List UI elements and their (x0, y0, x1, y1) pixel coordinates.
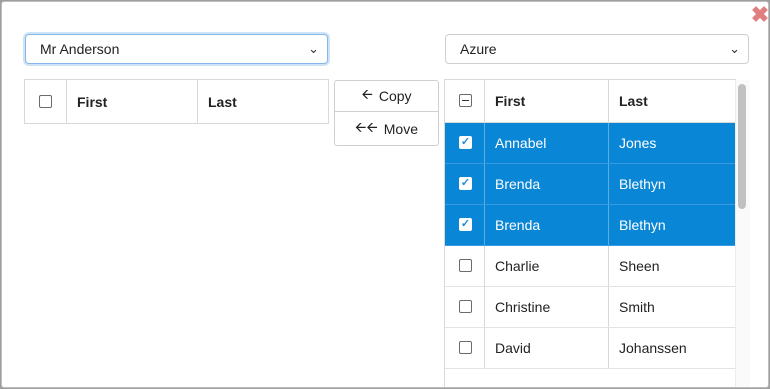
move-button[interactable]: 🡨🡨 Move (334, 112, 439, 146)
double-arrow-left-icon: 🡨🡨 (355, 118, 378, 135)
copy-button[interactable]: 🡨 Copy (334, 80, 439, 112)
row-checkbox[interactable] (459, 300, 472, 313)
table-row[interactable]: Christine Smith (445, 287, 735, 328)
right-header-last[interactable]: Last (609, 80, 735, 122)
cell-first: Christine (485, 287, 609, 327)
row-checkbox-cell: ✓ (445, 164, 485, 204)
right-select-all-checkbox[interactable] (459, 94, 472, 107)
row-checkbox[interactable]: ✓ (459, 136, 472, 149)
table-row[interactable]: ✓ Brenda Blethyn (445, 164, 735, 205)
left-header-last[interactable]: Last (198, 80, 328, 123)
right-group-select-value: Azure (460, 41, 497, 57)
row-checkbox[interactable]: ✓ (459, 177, 472, 190)
right-select-all-cell (445, 80, 485, 122)
chevron-down-icon: ⌄ (308, 41, 319, 56)
move-button-label: Move (383, 120, 418, 137)
left-group-select-value: Mr Anderson (40, 41, 120, 57)
left-select-all-cell (25, 80, 67, 123)
cell-first: Annabel (485, 123, 609, 163)
cell-first: Brenda (485, 205, 609, 245)
row-checkbox[interactable] (459, 259, 472, 272)
row-checkbox[interactable]: ✓ (459, 218, 472, 231)
left-group-select[interactable]: Mr Anderson ⌄ (25, 34, 328, 64)
right-group-select[interactable]: Azure ⌄ (445, 34, 749, 64)
left-header-first[interactable]: First (67, 80, 198, 123)
right-header-first[interactable]: First (485, 80, 609, 122)
cell-last: Blethyn (619, 217, 666, 233)
row-checkbox-cell (445, 287, 485, 327)
row-checkbox[interactable] (459, 341, 472, 354)
table-row[interactable]: David Johanssen (445, 328, 735, 369)
cell-last: Smith (619, 299, 655, 315)
table-row[interactable]: Charlie Sheen (445, 246, 735, 287)
left-grid: First Last (24, 79, 329, 124)
row-checkbox-cell: ✓ (445, 205, 485, 245)
left-select-all-checkbox[interactable] (39, 94, 52, 108)
chevron-down-icon: ⌄ (729, 41, 740, 56)
cell-first: Charlie (485, 246, 609, 286)
cell-first: David (485, 328, 609, 368)
table-row[interactable]: ✓ Brenda Blethyn (445, 205, 735, 246)
copy-button-label: Copy (378, 88, 412, 104)
dialog: ✖ Mr Anderson ⌄ Azure ⌄ First Last 🡨 Cop… (1, 1, 769, 388)
arrow-left-icon: 🡨 (361, 86, 373, 102)
table-row[interactable]: ✓ Annabel Jones (445, 123, 735, 164)
cell-last: Sheen (619, 258, 660, 274)
row-checkbox-cell: ✓ (445, 123, 485, 163)
close-icon[interactable]: ✖ (750, 4, 768, 26)
row-checkbox-cell (445, 328, 485, 368)
cell-first: Brenda (485, 164, 609, 204)
cell-last: Johanssen (619, 340, 687, 356)
scrollbar-thumb[interactable] (738, 84, 746, 209)
left-grid-header: First Last (25, 80, 328, 123)
right-grid-header: First Last (445, 80, 735, 123)
right-grid: First Last ✓ Annabel Jones ✓ Brenda Blethyn ✓ B… (444, 79, 736, 387)
row-checkbox-cell (445, 246, 485, 286)
cell-last: Jones (619, 135, 657, 151)
cell-last: Blethyn (619, 176, 666, 192)
